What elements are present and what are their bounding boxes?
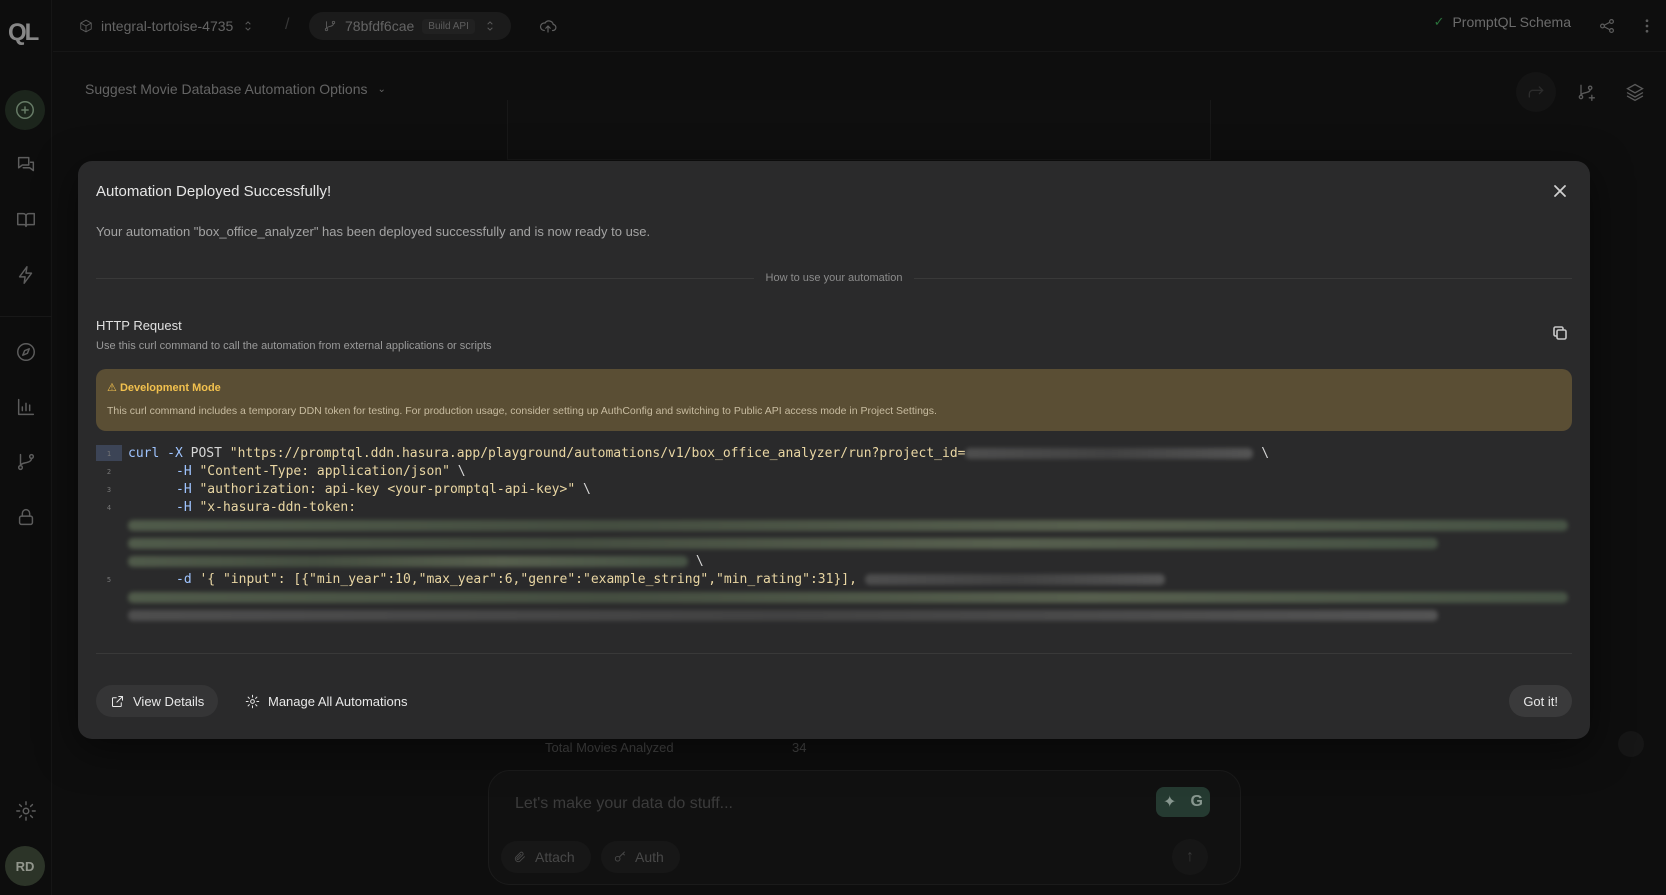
view-details-label: View Details xyxy=(133,693,205,709)
copy-button[interactable] xyxy=(1552,325,1570,343)
code-line-5: -d '{ "input": [{"min_year":10,"max_year… xyxy=(176,571,1165,589)
redacted-token-line xyxy=(128,589,1568,607)
line-number: 1 xyxy=(96,445,122,461)
dialog-description: Your automation "box_office_analyzer" ha… xyxy=(96,224,651,239)
line-number: 3 xyxy=(106,486,112,494)
redacted-project-id xyxy=(965,448,1254,459)
warning-icon: ⚠ xyxy=(107,382,117,394)
section-label: How to use your automation xyxy=(78,272,1590,284)
dialog-title: Automation Deployed Successfully! xyxy=(96,183,332,200)
manage-automations-label: Manage All Automations xyxy=(268,693,408,709)
manage-automations-button[interactable]: Manage All Automations xyxy=(231,685,421,717)
deployment-success-dialog: Automation Deployed Successfully! Your a… xyxy=(78,161,1590,739)
redacted-token-line xyxy=(128,517,1568,535)
code-line-4: -H "x-hasura-ddn-token: xyxy=(176,500,357,515)
close-icon xyxy=(1554,185,1566,197)
http-request-subtitle: Use this curl command to call the automa… xyxy=(96,340,492,352)
redacted-token-line: \ xyxy=(128,553,704,571)
dev-mode-text: This curl command includes a temporary D… xyxy=(107,405,937,417)
line-number: 5 xyxy=(106,576,112,584)
external-link-icon xyxy=(112,695,123,707)
curl-code-block[interactable]: 1 2 3 4 5 curl -X POST "https://promptql… xyxy=(96,445,1572,623)
development-mode-banner: ⚠ Development Mode This curl command inc… xyxy=(96,369,1572,431)
line-number: 4 xyxy=(106,504,112,512)
footer-divider xyxy=(96,653,1572,654)
redacted-token-line xyxy=(128,535,1438,553)
got-it-label: Got it! xyxy=(1523,693,1558,709)
gear-icon xyxy=(245,694,260,708)
code-line-3: -H "authorization: api-key <your-promptq… xyxy=(176,482,591,497)
http-request-title: HTTP Request xyxy=(96,318,182,333)
redacted-token-line xyxy=(128,607,1438,625)
close-button[interactable] xyxy=(1548,179,1572,203)
code-line-1: curl -X POST "https://promptql.ddn.hasur… xyxy=(128,446,1270,461)
view-details-button[interactable]: View Details xyxy=(96,685,219,717)
got-it-button[interactable]: Got it! xyxy=(1509,685,1572,717)
dev-mode-title: ⚠ Development Mode xyxy=(107,382,221,394)
copy-icon xyxy=(1553,326,1567,340)
line-number: 2 xyxy=(106,468,112,476)
code-line-2: -H "Content-Type: application/json" \ xyxy=(176,464,466,479)
